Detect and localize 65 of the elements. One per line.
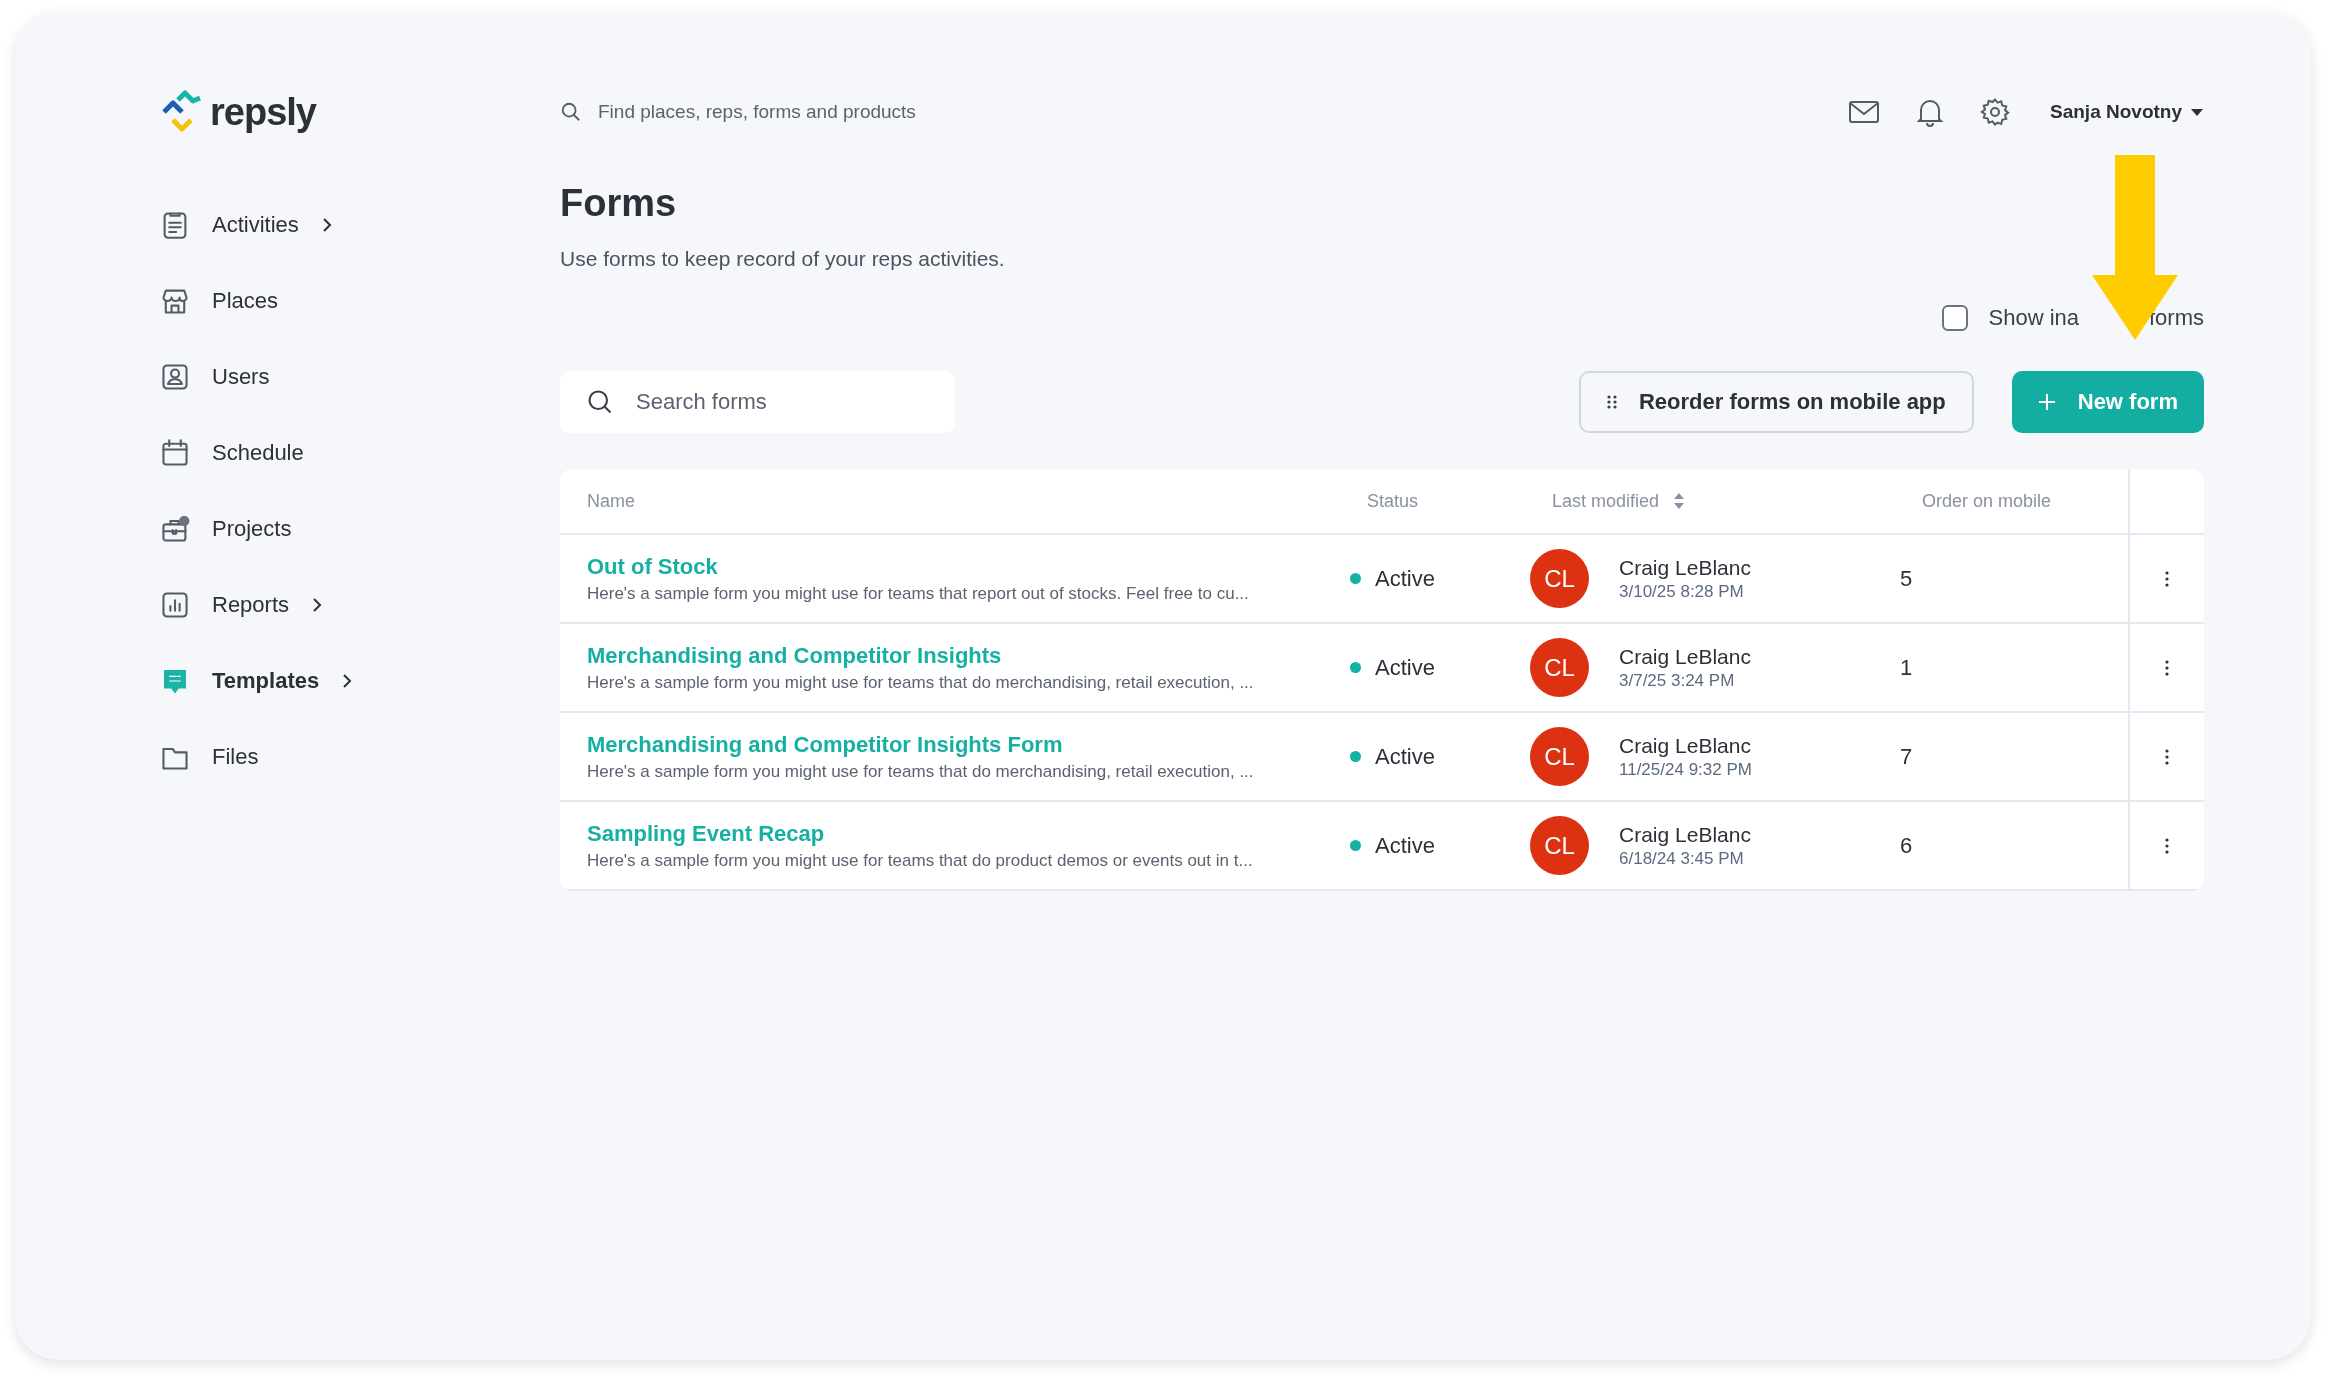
status-text: Active (1375, 832, 1435, 859)
form-description: Here's a sample form you might use for teams that do product demos or events out in t... (587, 850, 1254, 871)
modified-date: 6/18/24 3:45 PM (1619, 848, 1745, 869)
modified-by: Craig LeBlanc (1619, 644, 1751, 669)
order-number: 7 (1899, 743, 1914, 770)
order-number: 6 (1899, 832, 1914, 859)
avatar: CL (1530, 638, 1589, 697)
settings-icon[interactable] (1980, 97, 2010, 127)
kebab-icon (2164, 569, 2170, 588)
user-menu[interactable]: Sanja Novotny (2050, 101, 2204, 123)
sidebar-item[interactable]: Projects (160, 491, 560, 567)
global-search-field[interactable]: Find places, reps, forms and products (596, 100, 1100, 124)
drag-handle-icon (1606, 395, 1617, 409)
status-text: Active (1375, 743, 1435, 770)
form-description: Here's a sample form you might use for teams that do merchandising, retail execution, ... (587, 761, 1255, 782)
modified-date: 3/7/25 3:24 PM (1619, 670, 1736, 691)
checkbox[interactable] (1942, 305, 1969, 331)
sidebar-item[interactable]: Reports (160, 567, 560, 643)
kebab-icon (2164, 836, 2170, 855)
page-subtitle: Use forms to keep record of your reps activities. (560, 247, 1006, 271)
kebab-icon (2164, 747, 2170, 766)
modified-by: Craig LeBlanc (1619, 733, 1752, 758)
page-title: Forms (560, 182, 678, 225)
user-icon (160, 362, 190, 392)
kebab-icon (2164, 658, 2170, 677)
status-text: Active (1375, 654, 1435, 681)
column-header: Order on mobile (1921, 490, 2053, 512)
order-number: 1 (1899, 654, 1914, 681)
mail-icon[interactable] (1848, 99, 1880, 125)
modified-date: 3/10/25 8:28 PM (1619, 581, 1745, 602)
brand-name: repsly (210, 90, 316, 134)
form-description: Here's a sample form you might use for teams that do merchandising, retail execution, ... (587, 672, 1255, 693)
sidebar-item[interactable]: Users (160, 339, 560, 415)
chart-icon (160, 590, 190, 620)
sidebar-item[interactable]: Templates (160, 643, 560, 719)
status-dot (1350, 840, 1361, 851)
form-description: Here's a sample form you might use for teams that report out of stocks. Feel free to cu... (587, 583, 1250, 604)
modified-date: 11/25/24 9:32 PM (1619, 759, 1752, 780)
status-text: Active (1375, 565, 1435, 592)
status-dot (1350, 751, 1361, 762)
order-number: 5 (1899, 565, 1914, 592)
avatar: CL (1530, 816, 1589, 875)
avatar: CL (1530, 549, 1589, 608)
logo-icon (160, 90, 204, 134)
search-icon (560, 101, 582, 123)
sidebar-item[interactable]: Files (160, 719, 560, 795)
plus-icon (2037, 393, 2056, 411)
briefcase-icon (160, 514, 190, 544)
sidebar-item[interactable]: Places (160, 263, 560, 339)
checkbox-label: Show ina (1988, 305, 2079, 331)
column-header: Name (586, 490, 636, 512)
bell-icon[interactable] (1916, 97, 1944, 127)
sidebar-item[interactable]: Activities (160, 187, 560, 263)
status-dot (1350, 573, 1361, 584)
modified-by: Craig LeBlanc (1619, 822, 1751, 847)
search-field[interactable]: Search forms (560, 371, 955, 433)
column-header: Status (1366, 490, 1420, 512)
caret-icon (2190, 107, 2204, 117)
modified-by: Craig LeBlanc (1619, 555, 1751, 580)
status-dot (1350, 662, 1361, 673)
sidebar-item[interactable]: Schedule (160, 415, 560, 491)
calendar-icon (160, 438, 190, 468)
avatar: CL (1530, 727, 1589, 786)
reorder-button[interactable]: Reorder forms on mobile app (1578, 371, 1974, 433)
sort-icon[interactable] (1673, 492, 1686, 510)
